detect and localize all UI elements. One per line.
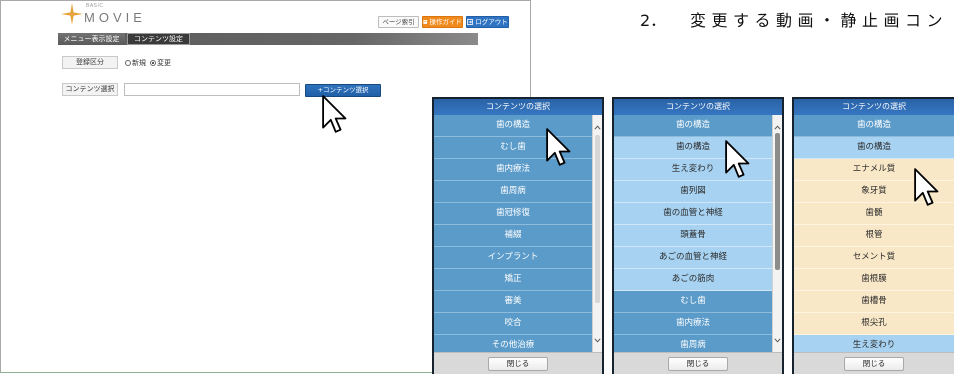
list-item[interactable]: 歯列図: [614, 181, 772, 203]
list-item[interactable]: 歯の構造: [794, 137, 954, 159]
close-button[interactable]: 閉じる: [668, 357, 728, 371]
list-item[interactable]: 歯周病: [614, 335, 772, 352]
guide-button[interactable]: 操作ガイド: [422, 16, 463, 28]
close-button[interactable]: 閉じる: [488, 357, 548, 371]
list-item[interactable]: 生え変わり: [794, 335, 954, 352]
list-item[interactable]: その他治療: [434, 335, 592, 352]
content-input[interactable]: [124, 83, 300, 96]
scrollbar[interactable]: [772, 115, 782, 352]
popup-footer: 閉じる: [614, 352, 782, 374]
list-item[interactable]: むし歯: [614, 291, 772, 313]
guide-book-icon: [423, 20, 428, 24]
tab-menu-display-settings[interactable]: メニュー表示設定: [58, 33, 125, 45]
list-item[interactable]: 審美: [434, 291, 592, 313]
logout-button[interactable]: ログアウト: [466, 16, 509, 28]
registration-type-radios: 新規 変更: [125, 58, 171, 68]
list-item[interactable]: 歯内療法: [614, 313, 772, 335]
scrollbar[interactable]: [592, 115, 602, 352]
list-item[interactable]: 歯根膜: [794, 269, 954, 291]
scrollbar-thumb[interactable]: [595, 135, 600, 303]
logo-star-icon: [61, 3, 83, 25]
scroll-down-icon[interactable]: [773, 336, 782, 344]
guide-label: 操作ガイド: [429, 18, 463, 26]
list-item[interactable]: 根尖孔: [794, 313, 954, 335]
scrollbar-thumb[interactable]: [775, 133, 780, 270]
popup-title: コンテンツの選択: [794, 99, 954, 115]
content-select-popup: コンテンツの選択 歯の構造 むし歯 歯内療法 歯周病 歯冠修復 補綴 インプラン…: [432, 97, 604, 374]
logout-icon: [467, 19, 474, 25]
popup-footer: 閉じる: [434, 352, 602, 374]
list-item[interactable]: インプラント: [434, 247, 592, 269]
mouse-pointer-icon: [546, 128, 571, 166]
popup-title: コンテンツの選択: [434, 99, 602, 115]
step-instruction: 2． 変更する動画・静止画コン: [640, 7, 954, 29]
close-button[interactable]: 閉じる: [844, 357, 904, 371]
radio-new-label: 新規: [132, 59, 146, 67]
mouse-pointer-icon: [322, 95, 347, 133]
list-item[interactable]: 頭蓋骨: [614, 225, 772, 247]
logo-subtitle: BASIC: [86, 3, 104, 9]
list-item[interactable]: セメント質: [794, 247, 954, 269]
list-item[interactable]: 咬合: [434, 313, 592, 335]
list-item[interactable]: あごの血管と神経: [614, 247, 772, 269]
list-item[interactable]: あごの筋肉: [614, 269, 772, 291]
list-item[interactable]: 補綴: [434, 225, 592, 247]
list-item[interactable]: 歯の構造: [614, 115, 772, 137]
tab-content-settings[interactable]: コンテンツ設定: [127, 33, 190, 45]
mouse-pointer-icon: [725, 140, 750, 178]
list-item[interactable]: 歯の構造: [794, 115, 954, 137]
list-item[interactable]: 歯槽骨: [794, 291, 954, 313]
radio-change[interactable]: [150, 60, 156, 66]
radio-option-new[interactable]: 新規: [125, 58, 146, 68]
popup-footer: 閉じる: [794, 352, 954, 374]
main-nav: メニュー表示設定 コンテンツ設定: [58, 33, 478, 45]
logout-label: ログアウト: [475, 18, 508, 26]
scroll-down-icon[interactable]: [593, 336, 602, 344]
radio-option-change[interactable]: 変更: [150, 58, 171, 68]
page-index-button[interactable]: ページ索引: [378, 16, 419, 28]
list-item[interactable]: 根管: [794, 225, 954, 247]
list-item[interactable]: 歯周病: [434, 181, 592, 203]
list-item[interactable]: 歯の血管と神経: [614, 203, 772, 225]
step-number: 2．: [640, 11, 667, 29]
content-list: 歯の構造 歯の構造 エナメル質 象牙質 歯髄 根管 セメント質 歯根膜 歯槽骨 …: [794, 115, 954, 352]
logo-title: MOVIE: [84, 10, 146, 25]
list-item[interactable]: 矯正: [434, 269, 592, 291]
scroll-up-icon[interactable]: [773, 123, 782, 131]
radio-new[interactable]: [125, 60, 131, 66]
registration-type-label: 登録区分: [62, 56, 118, 69]
step-text: 変更する動画・静止画コン: [690, 11, 949, 29]
header-buttons: ページ索引 操作ガイド ログアウト: [378, 16, 509, 28]
content-select-label: コンテンツ選択: [62, 83, 118, 96]
radio-change-label: 変更: [157, 59, 171, 67]
content-select-popup: コンテンツの選択 歯の構造 歯の構造 生え変わり 歯列図 歯の血管と神経 頭蓋骨…: [612, 97, 784, 374]
list-item[interactable]: 歯冠修復: [434, 203, 592, 225]
popup-title: コンテンツの選択: [614, 99, 782, 115]
page-index-label: ページ索引: [382, 18, 415, 26]
scroll-up-icon[interactable]: [593, 123, 602, 131]
mouse-pointer-icon: [914, 168, 939, 206]
content-select-popup: コンテンツの選択 歯の構造 歯の構造 エナメル質 象牙質 歯髄 根管 セメント質…: [792, 97, 954, 374]
